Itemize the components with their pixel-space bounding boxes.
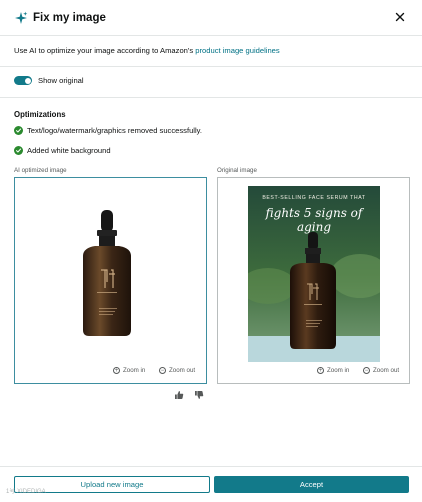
optimizations-title: Optimizations xyxy=(14,110,66,119)
original-image-label: Original image xyxy=(217,167,257,174)
zoom-out-button[interactable]: − Zoom out xyxy=(159,367,195,374)
zoom-in-icon: + xyxy=(317,367,324,374)
zoom-out-icon: − xyxy=(363,367,370,374)
watermark-text: 1号 XIDEDIGA xyxy=(6,489,46,495)
ai-optimized-image-panel[interactable]: + Zoom in − Zoom out xyxy=(14,177,207,384)
show-original-row: Show original xyxy=(14,76,84,85)
show-original-label: Show original xyxy=(38,76,84,85)
footer-divider xyxy=(0,466,422,467)
intro-text: Use AI to optimize your image according … xyxy=(14,46,280,55)
zoom-in-icon: + xyxy=(113,367,120,374)
zoom-out-label: Zoom out xyxy=(373,367,400,374)
optimization-item-text: Text/logo/watermark/graphics removed suc… xyxy=(27,126,203,135)
list-item: Text/logo/watermark/graphics removed suc… xyxy=(14,126,202,135)
zoom-out-label: Zoom out xyxy=(169,367,196,374)
photo-headline-top: BEST-SELLING FACE SERUM THAT xyxy=(262,195,366,201)
close-icon[interactable] xyxy=(394,11,406,23)
original-product-photo: BEST-SELLING FACE SERUM THAT fights 5 si… xyxy=(248,186,380,362)
check-circle-icon xyxy=(14,146,23,155)
check-circle-icon xyxy=(14,126,23,135)
optimization-item-text: Added white background xyxy=(27,146,111,155)
zoom-in-button[interactable]: + Zoom in xyxy=(317,367,349,374)
product-image-guidelines-link[interactable]: product image guidelines xyxy=(195,46,279,55)
modal-header: Fix my image xyxy=(0,0,422,36)
zoom-out-icon: − xyxy=(159,367,166,374)
list-item: Added white background xyxy=(14,146,111,155)
ai-image-label: AI optimized image xyxy=(14,167,67,174)
zoom-in-label: Zoom in xyxy=(123,367,146,374)
thumbs-down-icon[interactable] xyxy=(194,390,204,400)
divider xyxy=(0,97,422,98)
intro-text-body: Use AI to optimize your image according … xyxy=(14,46,196,55)
sparkle-icon xyxy=(14,11,28,25)
divider xyxy=(0,66,422,67)
feedback-buttons xyxy=(174,390,204,400)
zoom-out-button[interactable]: − Zoom out xyxy=(363,367,399,374)
serum-bottle-image xyxy=(83,210,131,336)
thumbs-up-icon[interactable] xyxy=(174,390,184,400)
modal-title: Fix my image xyxy=(33,11,106,24)
accept-button[interactable]: Accept xyxy=(214,476,409,493)
zoom-in-label: Zoom in xyxy=(327,367,350,374)
photo-headline-main: fights 5 signs of aging xyxy=(265,206,363,234)
original-image-panel[interactable]: BEST-SELLING FACE SERUM THAT fights 5 si… xyxy=(217,177,410,384)
show-original-toggle[interactable] xyxy=(14,76,32,85)
zoom-in-button[interactable]: + Zoom in xyxy=(113,367,145,374)
